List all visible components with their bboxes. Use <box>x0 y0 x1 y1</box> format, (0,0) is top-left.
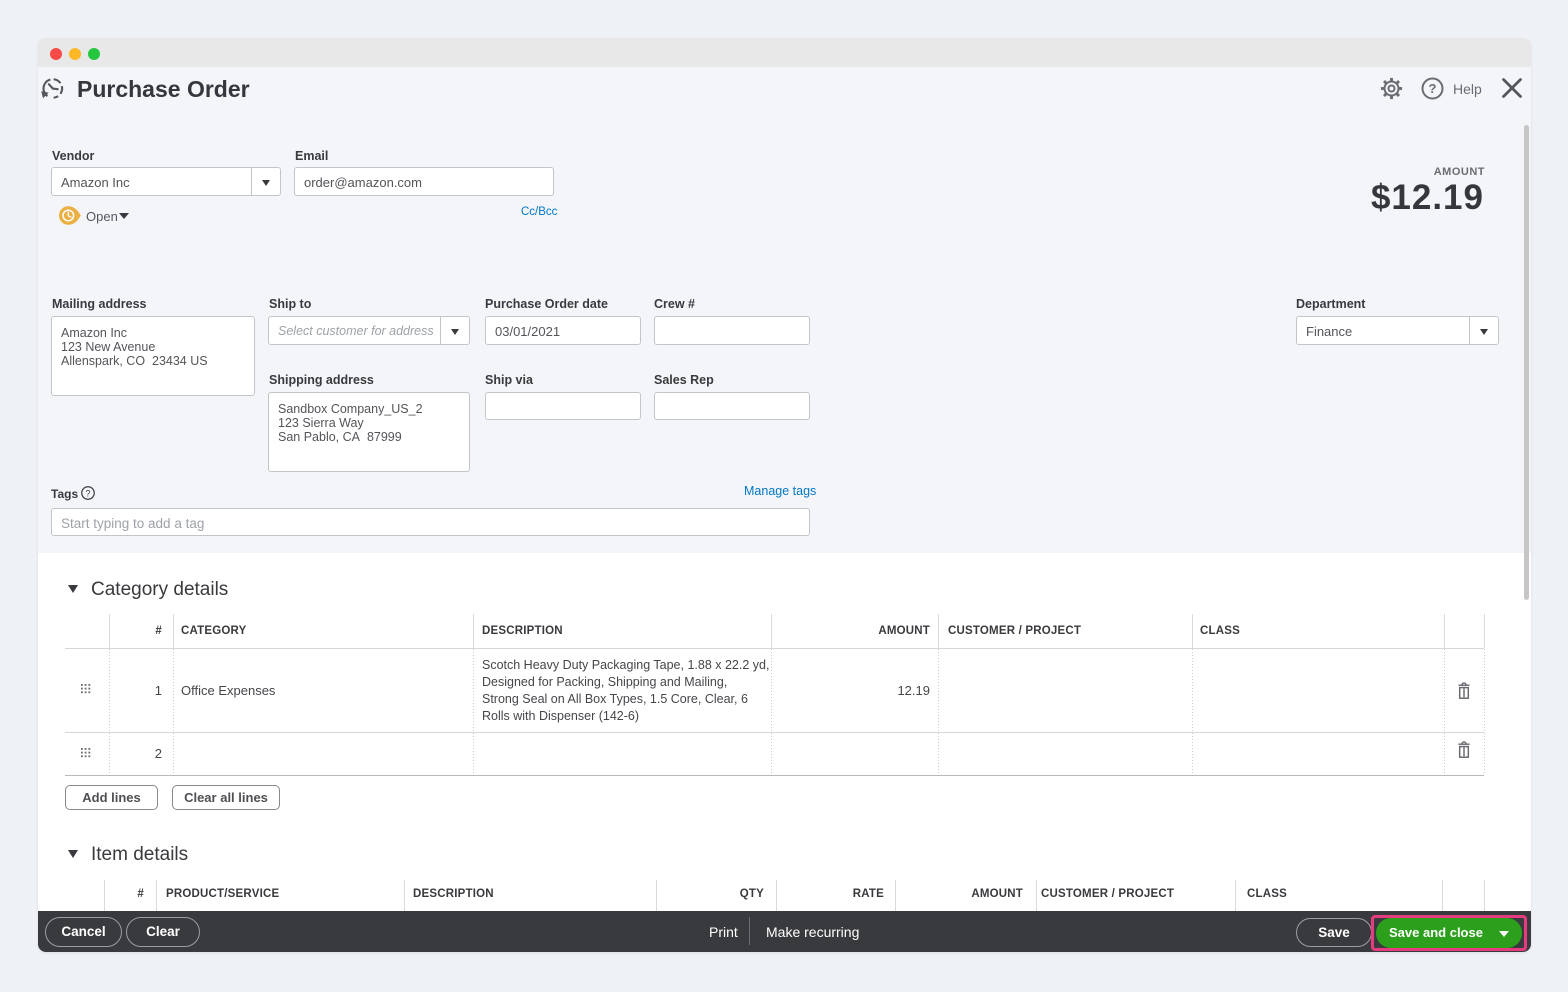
svg-text:?: ? <box>1429 81 1437 96</box>
svg-text:?: ? <box>86 488 91 498</box>
